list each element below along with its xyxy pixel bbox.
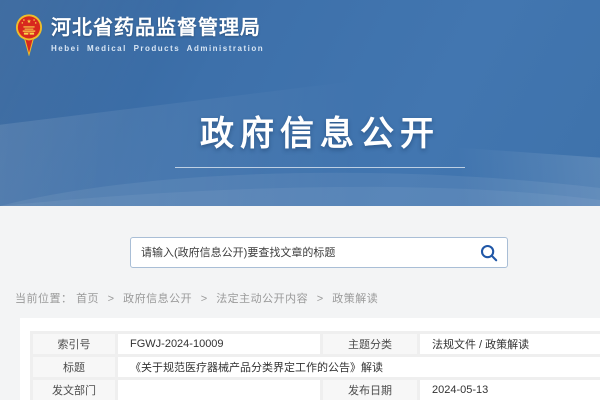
search-button[interactable]: [471, 238, 507, 267]
field-value-title: 《关于规范医疗器械产品分类界定工作的公告》解读: [117, 356, 600, 379]
site-subtitle: Hebei Medical Products Administration: [51, 44, 264, 53]
page: 河北省药品监督管理局 Hebei Medical Products Admini…: [0, 0, 600, 400]
breadcrumb-separator: >: [108, 293, 115, 305]
field-label-topic-category: 主题分类: [322, 333, 419, 356]
field-label-index-number: 索引号: [32, 333, 117, 356]
table-row-title: 标题 《关于规范医疗器械产品分类界定工作的公告》解读: [32, 356, 600, 379]
field-value-index-number: FGWJ-2024-10009: [117, 333, 322, 356]
breadcrumb-separator: >: [201, 293, 208, 305]
site-logo[interactable]: 河北省药品监督管理局 Hebei Medical Products Admini…: [15, 14, 264, 56]
field-label-issuing-department: 发文部门: [32, 379, 117, 400]
search-icon: [479, 243, 499, 263]
breadcrumb-item-gov-info[interactable]: 政府信息公开: [123, 293, 192, 305]
table-row-department: 发文部门 发布日期 2024-05-13: [32, 379, 600, 400]
search-box: [130, 237, 508, 268]
china-national-emblem-icon: [15, 14, 43, 56]
breadcrumb-item-statutory-disclosure[interactable]: 法定主动公开内容: [216, 293, 308, 305]
banner-divider: [175, 167, 465, 168]
field-label-publish-date: 发布日期: [322, 379, 419, 400]
field-value-topic-category: 法规文件 / 政策解读: [419, 333, 600, 356]
banner-title: 政府信息公开: [0, 114, 600, 154]
breadcrumb-label: 当前位置：: [15, 293, 73, 305]
field-value-publish-date: 2024-05-13: [419, 379, 600, 400]
field-label-title: 标题: [32, 356, 117, 379]
table-row-index: 索引号 FGWJ-2024-10009 主题分类 法规文件 / 政策解读: [32, 333, 600, 356]
breadcrumb: 当前位置： 首页 > 政府信息公开 > 法定主动公开内容 > 政策解读: [15, 290, 378, 306]
search-input[interactable]: [131, 238, 471, 267]
detail-table: 索引号 FGWJ-2024-10009 主题分类 法规文件 / 政策解读 标题 …: [30, 331, 600, 400]
site-title: 河北省药品监督管理局: [51, 17, 264, 40]
field-value-issuing-department: [117, 379, 322, 400]
banner: 政府信息公开: [0, 114, 600, 168]
site-header: 河北省药品监督管理局 Hebei Medical Products Admini…: [0, 0, 600, 206]
breadcrumb-item-policy-interpretation[interactable]: 政策解读: [332, 293, 378, 305]
breadcrumb-separator: >: [317, 293, 324, 305]
site-logo-text: 河北省药品监督管理局 Hebei Medical Products Admini…: [51, 17, 264, 53]
breadcrumb-item-home[interactable]: 首页: [76, 293, 99, 305]
article-detail-card: 索引号 FGWJ-2024-10009 主题分类 法规文件 / 政策解读 标题 …: [20, 318, 600, 400]
